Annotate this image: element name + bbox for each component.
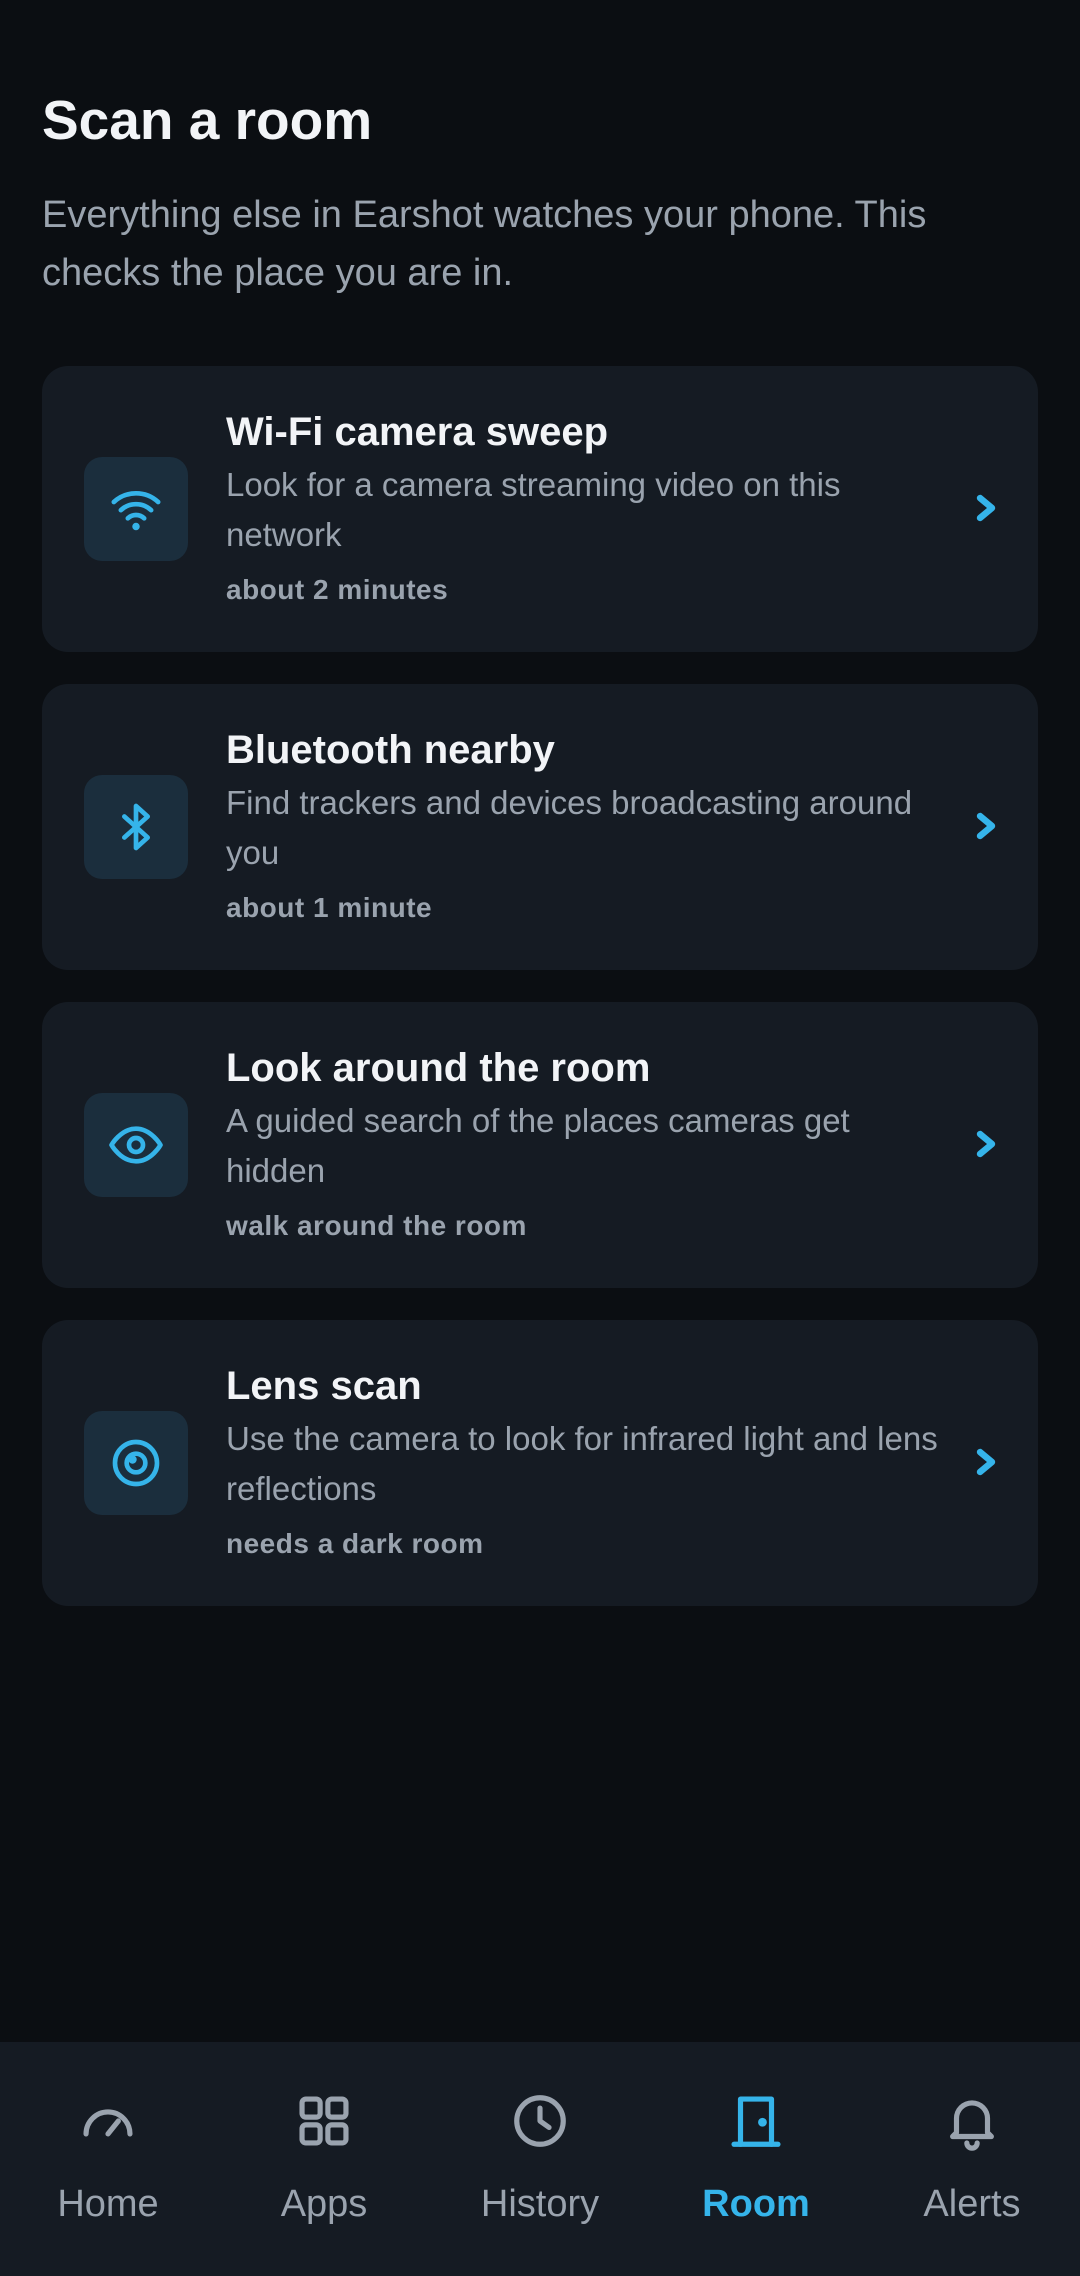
nav-label: Alerts <box>923 2183 1021 2225</box>
card-title: Bluetooth nearby <box>226 728 555 772</box>
bell-icon <box>950 2100 994 2151</box>
chevron-right-icon <box>974 484 998 532</box>
grid-icon <box>299 2096 349 2146</box>
nav-label: History <box>480 2183 600 2225</box>
bottom-navigation: Home Apps History Room Alerts <box>0 2042 1080 2276</box>
chevron-right-icon <box>974 1438 998 1486</box>
door-icon <box>731 2096 781 2147</box>
speedometer-icon <box>83 2109 133 2137</box>
nav-item-history[interactable]: History <box>432 2042 648 2276</box>
nav-label: Home <box>57 2183 159 2225</box>
scan-options-list: Wi-Fi camera sweep Look for a camera str… <box>42 366 1038 1638</box>
nav-item-alerts[interactable]: Alerts <box>864 2042 1080 2276</box>
card-title: Look around the room <box>226 1046 651 1090</box>
chevron-right-icon <box>974 1120 998 1168</box>
card-description: Look for a camera streaming video on thi… <box>226 466 841 553</box>
nav-item-room[interactable]: Room <box>648 2042 864 2276</box>
card-text: Bluetooth nearby Find trackers and devic… <box>226 724 946 928</box>
card-description: A guided search of the places cameras ge… <box>226 1102 850 1189</box>
card-description: Find trackers and devices broadcasting a… <box>226 784 913 871</box>
card-duration: about 2 minutes <box>226 574 449 605</box>
card-title: Lens scan <box>226 1364 422 1408</box>
page-subtitle: Everything else in Earshot watches your … <box>42 194 927 294</box>
card-text: Wi-Fi camera sweep Look for a camera str… <box>226 406 946 610</box>
room-scan-screen: Scan a room Everything else in Earshot w… <box>0 0 1080 2276</box>
lens-icon <box>84 1411 188 1515</box>
wifi-icon <box>84 457 188 561</box>
card-text: Look around the room A guided search of … <box>226 1042 946 1246</box>
nav-label: Apps <box>280 2183 368 2225</box>
clock-icon <box>514 2095 566 2147</box>
nav-item-home[interactable]: Home <box>0 2042 216 2276</box>
wifi-camera-sweep-card[interactable]: Wi-Fi camera sweep Look for a camera str… <box>42 366 1038 652</box>
card-description: Use the camera to look for infrared ligh… <box>226 1420 938 1507</box>
look-around-room-card[interactable]: Look around the room A guided search of … <box>42 1002 1038 1288</box>
bluetooth-nearby-card[interactable]: Bluetooth nearby Find trackers and devic… <box>42 684 1038 970</box>
chevron-right-icon <box>974 802 998 850</box>
card-text: Lens scan Use the camera to look for inf… <box>226 1360 946 1564</box>
card-duration: needs a dark room <box>226 1528 484 1559</box>
card-duration: about 1 minute <box>226 892 433 923</box>
bluetooth-icon <box>84 775 188 879</box>
nav-label: Room <box>702 2183 810 2225</box>
lens-scan-card[interactable]: Lens scan Use the camera to look for inf… <box>42 1320 1038 1606</box>
card-duration: walk around the room <box>226 1210 527 1241</box>
eye-icon <box>84 1093 188 1197</box>
page-title: Scan a room <box>42 89 373 151</box>
page-header: Scan a room Everything else in Earshot w… <box>42 80 1038 302</box>
card-title: Wi-Fi camera sweep <box>226 410 609 454</box>
nav-item-apps[interactable]: Apps <box>216 2042 432 2276</box>
